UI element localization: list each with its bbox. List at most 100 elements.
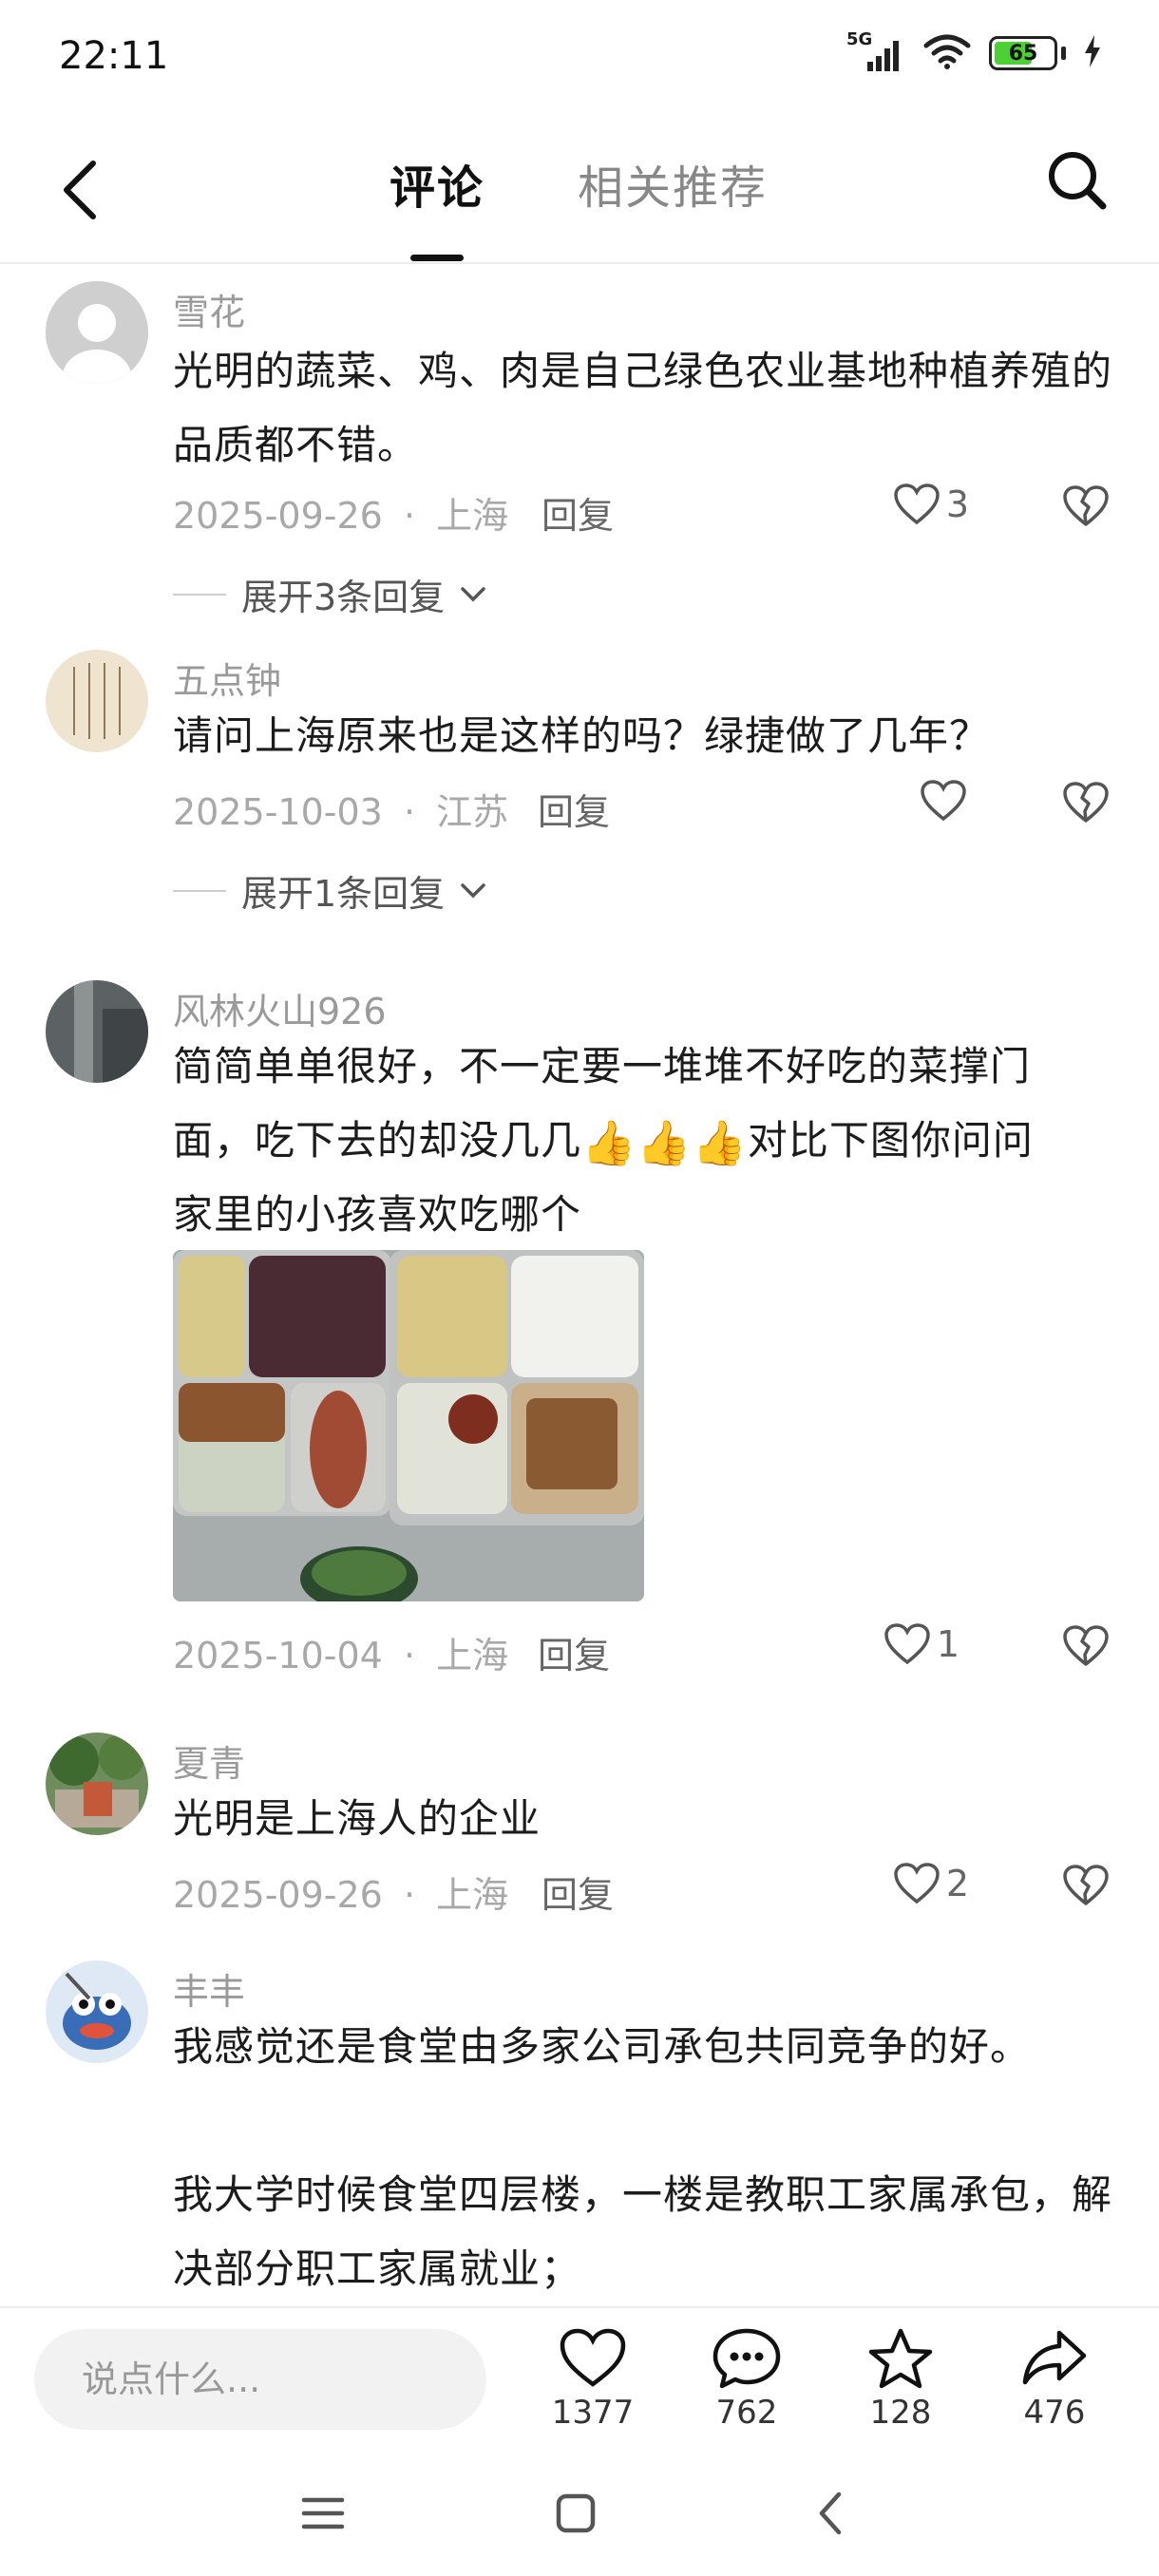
battery-cap (1061, 47, 1066, 60)
comment-text: 我感觉还是食堂由多家公司承包共同竞争的好。 (173, 2023, 1032, 2070)
wifi-icon (922, 32, 972, 74)
back-button[interactable] (51, 152, 108, 228)
comment-text: 光明是上海人的企业 (173, 1795, 542, 1842)
tab-comments[interactable]: 评论 (390, 150, 484, 217)
thumbs-up-emoji: 👍 (581, 1117, 637, 1168)
comment-input[interactable] (34, 2329, 486, 2430)
share-icon (1022, 2330, 1087, 2385)
like-button[interactable]: 3 (893, 483, 969, 526)
comment-text: 请问上海原来也是这样的吗？绿捷做了几年？ (173, 712, 991, 759)
search-icon (1049, 152, 1107, 210)
meta-separator: · (403, 1635, 416, 1676)
favorite-count: 128 (869, 2394, 932, 2432)
expand-replies[interactable]: 展开3条回复 (173, 568, 486, 620)
comment-text-line: 简简单单很好，不一定要一堆堆不好吃的菜撑门 (173, 1043, 1032, 1089)
broken-heart-icon (1063, 1625, 1109, 1666)
reply-button[interactable]: 回复 (538, 783, 610, 835)
thumbs-up-emoji: 👍 (636, 1117, 693, 1168)
avatar[interactable] (46, 1960, 148, 2063)
search-button[interactable] (1039, 142, 1115, 218)
back-arrow-icon (64, 161, 96, 219)
heart-icon (894, 1863, 940, 1904)
comment-date: 2025-10-04 (173, 1635, 383, 1676)
dislike-button[interactable] (1062, 484, 1110, 532)
comment-author[interactable]: 风林火山926 (173, 982, 387, 1034)
star-icon (868, 2328, 933, 2389)
comment-count: 762 (715, 2394, 778, 2432)
dislike-button[interactable] (1062, 781, 1110, 828)
heart-icon (921, 780, 966, 822)
comment-meta: 2025-09-26 · 上海 (173, 486, 508, 539)
reply-button[interactable]: 回复 (542, 486, 614, 539)
comment-date: 2025-09-26 (173, 1874, 383, 1916)
comment-text-line: 面，吃下去的却没几几👍👍👍对比下图你问问 (173, 1117, 1034, 1168)
status-bar: 22:11 5G 65 (0, 0, 1159, 114)
expand-replies[interactable]: 展开1条回复 (173, 864, 486, 917)
like-button[interactable]: 1 (884, 1622, 960, 1666)
comment-author[interactable]: 雪花 (173, 283, 245, 335)
like-button[interactable]: 2 (893, 1862, 969, 1905)
comment-author[interactable]: 夏青 (173, 1734, 245, 1787)
bottom-action-bar: 1377 762 128 476 (0, 2306, 1159, 2449)
home-square-icon (556, 2493, 596, 2533)
comment-meta: 2025-09-26 · 上海 (173, 1866, 508, 1918)
system-nav-bar (0, 2449, 1159, 2576)
heart-icon (884, 1623, 930, 1665)
home-button[interactable] (538, 2475, 614, 2551)
like-count: 1 (936, 1623, 960, 1665)
comment-button[interactable]: 762 (680, 2327, 813, 2432)
comment-text: 光明的蔬菜、鸡、肉是自己绿色农业基地种植养殖的品质都不错。 (173, 348, 1113, 468)
meta-separator: · (403, 495, 416, 537)
comment-list[interactable]: 雪花 光明的蔬菜、鸡、肉是自己绿色农业基地种植养殖的品质都不错。 2025-09… (0, 266, 1159, 2306)
expand-label: 展开1条回复 (241, 873, 446, 915)
tab-related[interactable]: 相关推荐 (578, 150, 768, 217)
comment-text: 我大学时候食堂四层楼，一楼是教职工家属承包，解决部分职工家属就业； (173, 2171, 1113, 2292)
comment-location: 江苏 (436, 791, 509, 833)
reply-button[interactable]: 回复 (538, 1626, 610, 1678)
like-count: 3 (945, 483, 969, 525)
back-triangle-icon (819, 2491, 842, 2535)
comment-text-line: 家里的小孩喜欢吃哪个 (173, 1191, 582, 1238)
comment-author[interactable]: 五点钟 (173, 652, 281, 704)
reply-button[interactable]: 回复 (542, 1866, 614, 1918)
chevron-down-icon (461, 882, 485, 898)
system-back-button[interactable] (792, 2475, 868, 2551)
comment-date: 2025-09-26 (173, 495, 383, 537)
active-tab-indicator (410, 255, 464, 261)
expand-divider (173, 889, 226, 892)
broken-heart-icon (1063, 1865, 1109, 1905)
signal-icon: 5G (846, 29, 905, 73)
charging-icon (1083, 35, 1102, 71)
comment-image[interactable] (173, 1250, 644, 1601)
comment-text: 简简单单很好，不一定要一堆堆不好吃的菜撑门 面，吃下去的却没几几👍👍👍对比下图你… (173, 1030, 1123, 1252)
menu-icon (301, 2497, 345, 2529)
share-button[interactable]: 476 (988, 2327, 1121, 2432)
dislike-button[interactable] (1062, 1624, 1110, 1672)
like-post-button[interactable]: 1377 (526, 2327, 659, 2432)
expand-divider (173, 593, 226, 596)
avatar[interactable] (46, 1733, 148, 1835)
heart-icon (894, 483, 940, 525)
comment-bubble-icon (712, 2328, 781, 2389)
status-time: 22:11 (59, 34, 169, 78)
heart-icon (560, 2328, 626, 2387)
avatar[interactable] (46, 980, 148, 1083)
like-count: 1377 (551, 2394, 635, 2432)
top-nav: 评论 相关推荐 (0, 114, 1159, 264)
comment-author[interactable]: 丰丰 (173, 1962, 245, 2015)
like-count: 2 (945, 1863, 969, 1904)
dislike-button[interactable] (1062, 1864, 1110, 1911)
comment-meta: 2025-10-03 · 江苏 (173, 783, 508, 835)
comment-meta: 2025-10-04 · 上海 (173, 1626, 508, 1678)
comment-location: 上海 (436, 495, 509, 537)
broken-heart-icon (1063, 782, 1109, 823)
expand-label: 展开3条回复 (241, 577, 446, 618)
status-icons: 5G 65 (846, 29, 1102, 74)
avatar[interactable] (46, 650, 148, 752)
avatar[interactable] (46, 281, 148, 384)
chevron-down-icon (461, 586, 485, 601)
thumbs-up-emoji: 👍 (692, 1117, 748, 1168)
like-button[interactable] (920, 779, 973, 823)
menu-button[interactable] (285, 2475, 361, 2551)
favorite-button[interactable]: 128 (834, 2327, 967, 2432)
